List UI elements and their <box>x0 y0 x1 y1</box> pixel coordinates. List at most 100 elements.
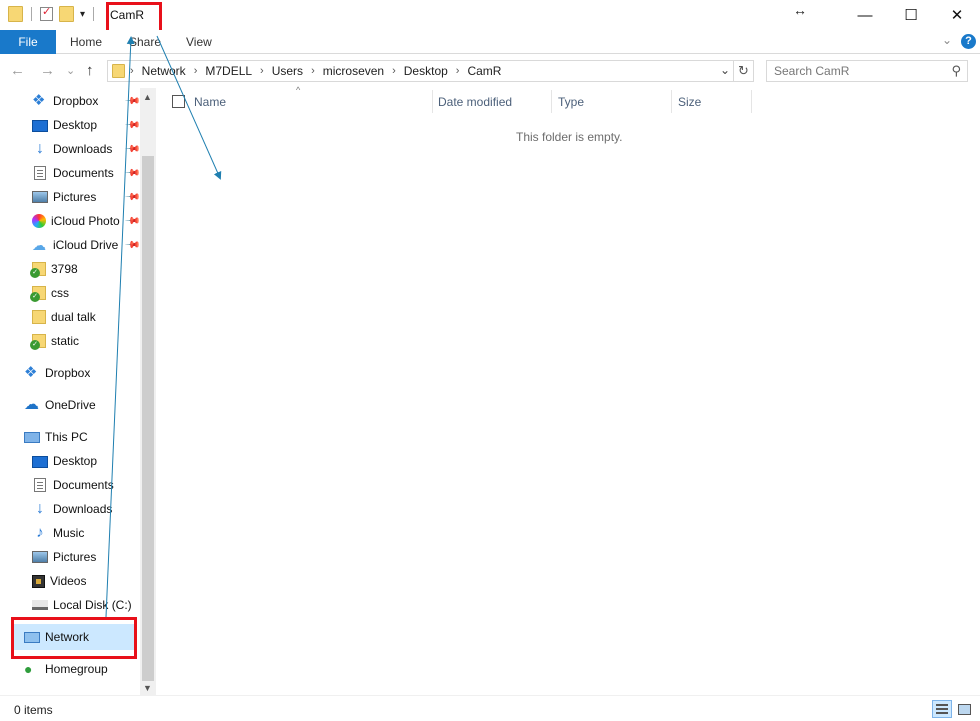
desktop-icon <box>32 119 48 132</box>
documents-icon <box>34 166 46 180</box>
music-icon: ♪ <box>36 524 44 541</box>
new-folder-icon[interactable] <box>59 6 74 22</box>
details-view-icon <box>936 704 948 714</box>
nav-item-3798[interactable]: 3798 <box>30 258 78 280</box>
nav-item-static[interactable]: static <box>30 330 79 352</box>
folder-sync-icon <box>30 286 46 302</box>
breadcrumb-separator[interactable]: › <box>260 65 264 77</box>
large-icons-view-button[interactable] <box>954 700 974 718</box>
resize-cursor-icon: ↔ <box>793 2 807 18</box>
scroll-down-arrow[interactable]: ▼ <box>143 683 152 693</box>
nav-item-css[interactable]: css <box>30 282 69 304</box>
nav-item-dropbox[interactable]: ❖ Dropbox <box>32 90 98 112</box>
nav-item-pc-documents[interactable]: Documents <box>32 474 114 496</box>
column-divider[interactable] <box>671 90 672 113</box>
status-bar: 0 items <box>0 695 980 721</box>
select-all-checkbox[interactable] <box>172 95 185 108</box>
breadcrumb-desktop[interactable]: Desktop <box>404 64 448 78</box>
documents-icon <box>34 478 46 492</box>
nav-item-downloads[interactable]: ↓ Downloads <box>32 138 112 160</box>
dropbox-icon: ❖ <box>24 364 38 381</box>
nav-item-icloud-drive[interactable]: ☁ iCloud Drive <box>32 234 124 256</box>
breadcrumb-separator[interactable]: › <box>392 65 396 77</box>
nav-item-pc-desktop[interactable]: Desktop <box>32 450 97 472</box>
back-button[interactable]: ← <box>10 62 25 79</box>
nav-item-documents[interactable]: Documents <box>32 162 114 184</box>
sort-ascending-icon: ^ <box>296 85 301 95</box>
column-header-date-modified[interactable]: Date modified <box>438 95 512 109</box>
onedrive-icon: ☁ <box>24 396 39 413</box>
nav-item-this-pc[interactable]: This PC <box>24 426 88 448</box>
homegroup-icon: ● <box>24 661 33 677</box>
search-icon[interactable]: ⚲ <box>951 63 961 79</box>
breadcrumb-separator[interactable]: › <box>311 65 315 77</box>
nav-item-desktop[interactable]: Desktop <box>32 114 97 136</box>
customize-toolbar-dropdown-icon[interactable]: ▾ <box>80 9 85 20</box>
minimize-button[interactable]: — <box>842 0 888 30</box>
desktop-icon <box>32 455 48 468</box>
large-icons-view-icon <box>958 704 971 715</box>
column-header-name[interactable]: Name <box>194 95 226 109</box>
nav-item-onedrive[interactable]: ☁ OneDrive <box>24 394 96 416</box>
quick-access-toolbar: ▾ <box>8 5 96 22</box>
properties-icon[interactable] <box>40 5 53 21</box>
nav-item-local-disk[interactable]: Local Disk (C:) <box>32 594 132 616</box>
icloud-photos-icon <box>32 214 46 228</box>
nav-item-pc-pictures[interactable]: Pictures <box>32 546 96 568</box>
nav-item-pictures[interactable]: Pictures <box>32 186 96 208</box>
nav-item-dropbox-root[interactable]: ❖ Dropbox <box>24 362 90 384</box>
dropbox-icon: ❖ <box>32 92 46 109</box>
up-button[interactable]: ↑ <box>86 62 94 79</box>
nav-item-music[interactable]: ♪ Music <box>32 522 84 544</box>
folder-sync-icon <box>30 262 46 278</box>
expand-ribbon-icon[interactable]: ⌄ <box>942 33 952 47</box>
this-pc-icon <box>24 431 40 443</box>
nav-item-videos[interactable]: Videos <box>32 570 86 592</box>
folder-sync-icon <box>30 334 46 350</box>
address-history-dropdown-icon[interactable]: ⌄ <box>720 63 730 77</box>
breadcrumb-users[interactable]: Users <box>272 64 303 78</box>
column-header-type[interactable]: Type <box>558 95 584 109</box>
breadcrumb-separator[interactable]: › <box>456 65 460 77</box>
nav-item-icloud-photos[interactable]: iCloud Photo <box>32 210 124 232</box>
pictures-icon <box>32 551 48 563</box>
empty-folder-message: This folder is empty. <box>516 130 623 144</box>
search-input[interactable] <box>774 62 944 80</box>
recent-locations-button[interactable]: ⌄ <box>66 64 75 77</box>
maximize-button[interactable]: ☐ <box>888 0 934 30</box>
refresh-button[interactable]: ↻ <box>734 60 754 82</box>
column-header-size[interactable]: Size <box>678 95 701 109</box>
breadcrumb-microseven[interactable]: microseven <box>323 64 384 78</box>
icloud-drive-icon: ☁ <box>32 237 46 253</box>
local-disk-icon <box>32 600 48 610</box>
nav-pane-scroll-thumb[interactable] <box>142 156 154 681</box>
help-icon[interactable]: ? <box>961 34 976 49</box>
search-box[interactable]: ⚲ <box>766 60 968 82</box>
tab-file[interactable]: File <box>0 30 56 54</box>
folder-icon <box>8 6 23 22</box>
column-divider[interactable] <box>751 90 752 113</box>
breadcrumb-network[interactable]: Network <box>142 64 186 78</box>
column-divider[interactable] <box>432 90 433 113</box>
close-button[interactable]: ✕ <box>934 0 980 30</box>
tab-share[interactable]: Share <box>115 30 175 54</box>
address-bar[interactable]: › Network › M7DELL › Users › microseven … <box>107 60 734 82</box>
nav-item-dual-talk[interactable]: dual talk <box>32 306 96 328</box>
breadcrumb-separator[interactable]: › <box>194 65 198 77</box>
forward-button[interactable]: → <box>40 62 55 79</box>
breadcrumb-separator: › <box>130 65 134 77</box>
column-divider[interactable] <box>551 90 552 113</box>
breadcrumb-camr[interactable]: CamR <box>467 64 501 78</box>
network-highlight-box <box>11 617 137 659</box>
nav-item-homegroup[interactable]: ● Homegroup <box>24 658 108 680</box>
item-count: 0 items <box>14 703 53 717</box>
tab-view[interactable]: View <box>172 30 226 54</box>
details-view-button[interactable] <box>932 700 952 718</box>
nav-item-pc-downloads[interactable]: ↓ Downloads <box>32 498 112 520</box>
breadcrumb-m7dell[interactable]: M7DELL <box>205 64 252 78</box>
downloads-icon: ↓ <box>36 140 44 157</box>
scroll-up-arrow[interactable]: ▲ <box>143 92 152 102</box>
downloads-icon: ↓ <box>36 500 44 517</box>
ribbon-tabs: File Home Share View ⌄ ? <box>0 30 980 54</box>
tab-home[interactable]: Home <box>56 30 116 54</box>
